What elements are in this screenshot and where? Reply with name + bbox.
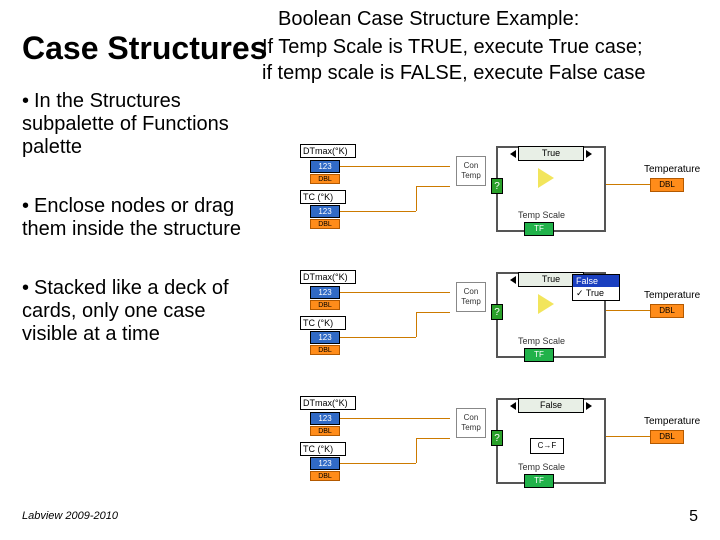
input-label-tc: TC (°K) [300, 316, 346, 330]
wire [416, 312, 450, 313]
wire [340, 292, 450, 293]
numeric-control-icon: 123 [310, 205, 340, 218]
temp-scale-control: TF [524, 348, 554, 362]
temp-scale-control: TF [524, 222, 554, 236]
selector-terminal-icon: ? [491, 178, 503, 194]
dbl-tag: DBL [310, 300, 340, 310]
output-label: Temperature [644, 290, 700, 301]
output-label: Temperature [644, 164, 700, 175]
dbl-tag: DBL [310, 174, 340, 184]
c-to-f-node: C→F [530, 438, 564, 454]
temp-scale-label: Temp Scale [518, 336, 565, 346]
bullet-item: •Enclose nodes or drag them inside the s… [22, 195, 262, 241]
numeric-control-icon: 123 [310, 457, 340, 470]
popup-item-true[interactable]: ✓ True [573, 287, 619, 300]
wire [416, 186, 450, 187]
case-selector[interactable]: True [518, 146, 584, 161]
dbl-tag: DBL [310, 345, 340, 355]
case-selector-popup[interactable]: False ✓ True [572, 274, 620, 301]
con-temp-subvi: ConTemp [456, 282, 486, 312]
popup-item-false[interactable]: False [573, 275, 619, 287]
bullet-text: In the Structures subpalette of Function… [22, 90, 229, 158]
dbl-tag: DBL [310, 471, 340, 481]
bullet-list: •In the Structures subpalette of Functio… [22, 90, 262, 382]
input-label-dtmax: DTmax(°K) [300, 144, 356, 158]
wire [416, 186, 417, 211]
con-temp-subvi: ConTemp [456, 156, 486, 186]
bullet-text: Stacked like a deck of cards, only one c… [22, 277, 229, 345]
temp-scale-label: Temp Scale [518, 462, 565, 472]
footer-text: Labview 2009-2010 [22, 510, 118, 522]
wire [340, 337, 416, 338]
slide-title: Case Structures [22, 30, 267, 67]
selector-terminal-icon: ? [491, 304, 503, 320]
dbl-tag: DBL [310, 426, 340, 436]
numeric-control-icon: 123 [310, 286, 340, 299]
wire [416, 438, 417, 463]
output-indicator: DBL [650, 178, 684, 192]
popup-item-true-label: True [586, 288, 604, 298]
compare-node-icon [538, 294, 554, 314]
numeric-control-icon: 123 [310, 160, 340, 173]
case-diagram: DTmax(°K) 123 DBL TC (°K) 123 DBL ConTem… [300, 390, 700, 508]
case-diagram: DTmax(°K) 123 DBL TC (°K) 123 DBL ConTem… [300, 264, 700, 382]
input-label-dtmax: DTmax(°K) [300, 270, 356, 284]
wire [340, 463, 416, 464]
page-number: 5 [689, 508, 698, 526]
example-body: If Temp Scale is TRUE, execute True case… [262, 34, 702, 86]
wire [340, 166, 450, 167]
selector-terminal-icon: ? [491, 430, 503, 446]
output-indicator: DBL [650, 430, 684, 444]
wire [416, 438, 450, 439]
numeric-control-icon: 123 [310, 412, 340, 425]
temp-scale-control: TF [524, 474, 554, 488]
wire [606, 184, 654, 185]
wire [606, 436, 654, 437]
output-label: Temperature [644, 416, 700, 427]
input-label-tc: TC (°K) [300, 442, 346, 456]
wire [340, 211, 416, 212]
wire [416, 312, 417, 337]
compare-node-icon [538, 168, 554, 188]
case-selector[interactable]: False [518, 398, 584, 413]
bullet-item: •In the Structures subpalette of Functio… [22, 90, 262, 159]
wire [606, 310, 654, 311]
numeric-control-icon: 123 [310, 331, 340, 344]
con-temp-subvi: ConTemp [456, 408, 486, 438]
wire [340, 418, 450, 419]
case-diagram: DTmax(°K) 123 DBL TC (°K) 123 DBL ConTem… [300, 138, 700, 256]
example-heading: Boolean Case Structure Example: [278, 8, 579, 31]
dbl-tag: DBL [310, 219, 340, 229]
temp-scale-label: Temp Scale [518, 210, 565, 220]
bullet-text: Enclose nodes or drag them inside the st… [22, 195, 241, 240]
input-label-dtmax: DTmax(°K) [300, 396, 356, 410]
input-label-tc: TC (°K) [300, 190, 346, 204]
bullet-item: •Stacked like a deck of cards, only one … [22, 277, 262, 346]
diagram-area: DTmax(°K) 123 DBL TC (°K) 123 DBL ConTem… [300, 138, 700, 516]
output-indicator: DBL [650, 304, 684, 318]
